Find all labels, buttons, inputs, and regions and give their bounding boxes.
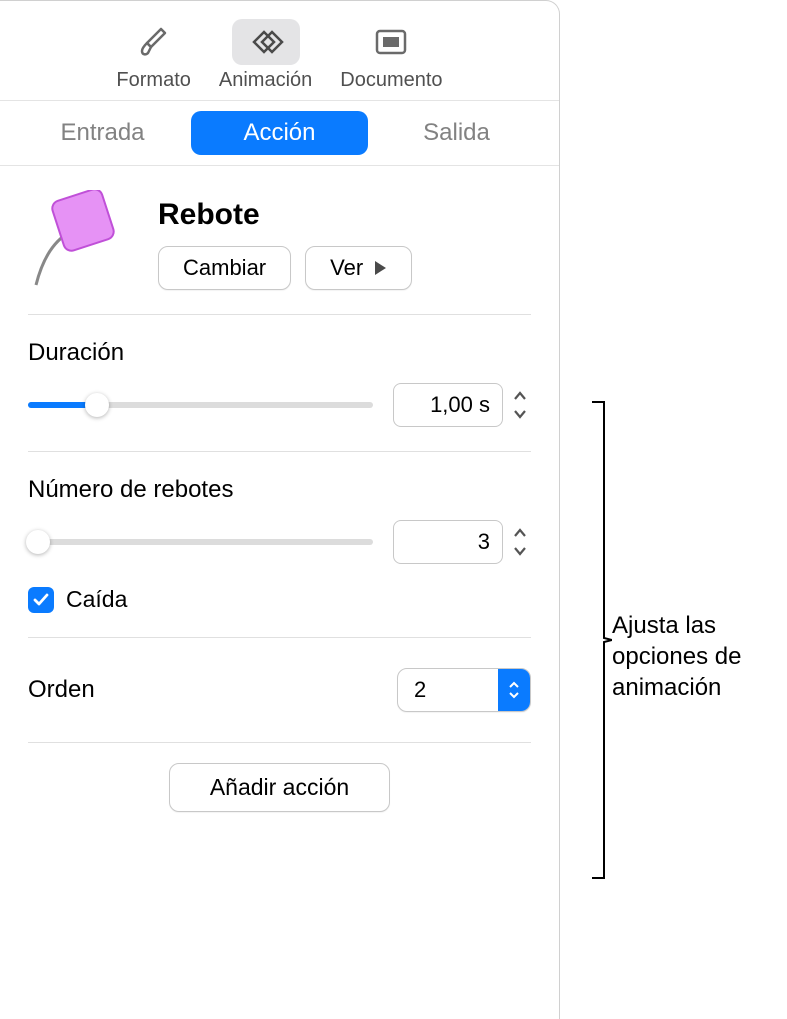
preview-button[interactable]: Ver xyxy=(305,246,412,290)
bounces-stepper[interactable] xyxy=(509,524,531,560)
duration-label: Duración xyxy=(28,339,531,367)
stepper-down-icon[interactable] xyxy=(509,405,531,423)
checkmark-icon xyxy=(32,591,50,609)
bounces-label: Número de rebotes xyxy=(28,476,531,504)
callout-text: Ajusta las opciones de animación xyxy=(612,610,782,704)
order-select[interactable]: 2 xyxy=(397,668,531,712)
paintbrush-icon xyxy=(137,25,171,59)
bounce-effect-icon xyxy=(28,190,138,290)
stepper-up-icon[interactable] xyxy=(509,524,531,542)
tab-build-in[interactable]: Entrada xyxy=(14,111,191,155)
fall-label: Caída xyxy=(66,586,127,613)
effect-header: Rebote Cambiar Ver xyxy=(28,190,531,314)
animation-phase-tabs: Entrada Acción Salida xyxy=(0,100,559,166)
tab-build-out[interactable]: Salida xyxy=(368,111,545,155)
stepper-up-icon[interactable] xyxy=(509,387,531,405)
duration-field[interactable]: 1,00 s xyxy=(393,383,503,427)
select-arrows-icon xyxy=(498,669,530,711)
document-tab-label: Documento xyxy=(340,69,442,92)
order-value: 2 xyxy=(398,669,498,711)
animation-tab-label: Animación xyxy=(219,69,312,92)
tab-action[interactable]: Acción xyxy=(191,111,368,155)
stepper-down-icon[interactable] xyxy=(509,542,531,560)
bounces-section: Número de rebotes 3 xyxy=(28,452,531,637)
bounces-field[interactable]: 3 xyxy=(393,520,503,564)
fall-checkbox[interactable] xyxy=(28,587,54,613)
duration-section: Duración 1,00 s xyxy=(28,315,531,451)
inspector-toolbar: Formato Animación Documento xyxy=(0,1,559,100)
format-tab-label: Formato xyxy=(116,69,190,92)
animation-tab-button[interactable]: Animación xyxy=(213,19,318,92)
document-icon xyxy=(373,27,409,57)
order-label: Orden xyxy=(28,676,95,704)
add-action-button[interactable]: Añadir acción xyxy=(169,763,390,812)
animation-icon xyxy=(244,26,288,58)
effect-name: Rebote xyxy=(158,198,412,232)
bounces-slider[interactable] xyxy=(28,530,373,554)
order-section: Orden 2 xyxy=(28,638,531,742)
duration-slider[interactable] xyxy=(28,393,373,417)
format-tab-button[interactable]: Formato xyxy=(110,19,196,92)
change-effect-button[interactable]: Cambiar xyxy=(158,246,291,290)
bracket-icon xyxy=(592,400,612,880)
play-icon xyxy=(373,260,387,276)
preview-label: Ver xyxy=(330,255,363,281)
document-tab-button[interactable]: Documento xyxy=(334,19,448,92)
duration-stepper[interactable] xyxy=(509,387,531,423)
